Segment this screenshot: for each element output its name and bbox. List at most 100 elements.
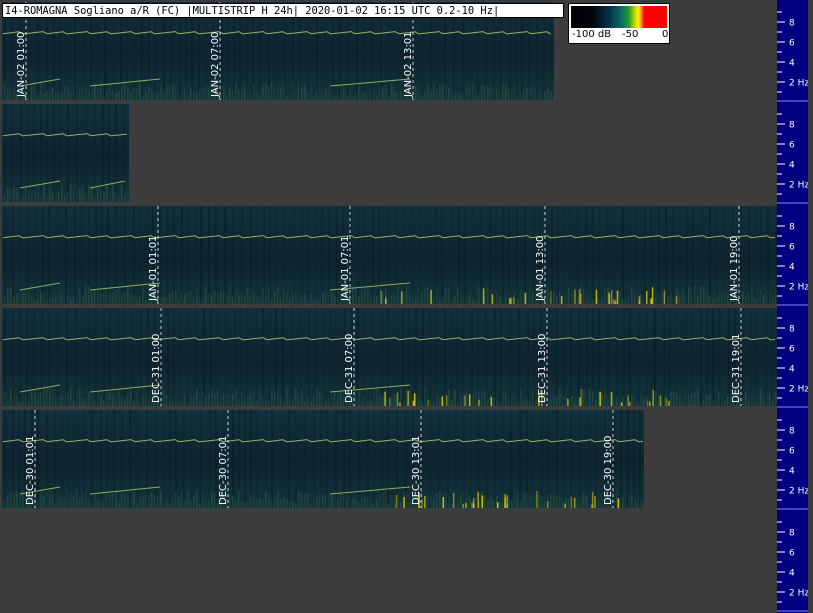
noise-column: [406, 286, 408, 304]
axis-freq-label: 8: [789, 325, 795, 335]
noise-column: [421, 292, 423, 304]
noise-column: [103, 400, 105, 406]
hot-burst: [580, 389, 583, 406]
noise-column: [481, 392, 483, 406]
noise-column: [334, 490, 336, 508]
noise-column: [79, 287, 81, 304]
texture-column: [74, 206, 76, 304]
noise-column: [196, 490, 198, 508]
noise-column: [592, 299, 594, 304]
noise-column: [49, 92, 51, 100]
texture-column: [262, 308, 264, 406]
time-label: JAN-01 07:01: [340, 236, 351, 302]
time-label: DEC-30 01:01: [25, 436, 36, 505]
colorbar-gradient: [571, 6, 667, 28]
noise-column: [10, 84, 12, 100]
noise-column: [178, 497, 180, 508]
hot-burst: [574, 289, 576, 304]
hot-burst: [497, 502, 499, 508]
noise-column: [118, 388, 120, 406]
noise-column: [331, 292, 333, 304]
noise-column: [10, 187, 12, 202]
noise-column: [130, 91, 132, 100]
noise-column: [373, 90, 375, 100]
noise-column: [19, 493, 21, 508]
noise-column: [625, 299, 627, 304]
hot-burst: [506, 504, 508, 508]
noise-column: [703, 286, 705, 304]
noise-column: [619, 497, 621, 508]
noise-column: [394, 293, 396, 304]
noise-column: [499, 500, 501, 508]
noise-column: [514, 490, 516, 508]
hot-burst: [477, 491, 479, 508]
texture-column: [123, 308, 125, 406]
texture-column: [358, 410, 360, 508]
noise-column: [145, 91, 147, 100]
noise-column: [466, 85, 468, 100]
noise-column: [502, 391, 504, 406]
noise-column: [544, 91, 546, 100]
noise-column: [475, 92, 477, 100]
noise-column: [673, 391, 675, 406]
texture-column: [669, 308, 671, 406]
noise-column: [484, 390, 486, 406]
hot-burst: [412, 400, 415, 406]
noise-column: [259, 497, 261, 508]
noise-column: [337, 290, 339, 304]
noise-column: [85, 286, 87, 304]
time-label: DEC-31 13:00: [537, 334, 548, 403]
texture-column: [4, 410, 6, 508]
noise-column: [661, 400, 663, 406]
noise-column: [28, 94, 30, 100]
texture-column: [102, 104, 104, 202]
noise-column: [586, 390, 588, 406]
noise-column: [277, 287, 279, 304]
texture-column: [191, 410, 193, 508]
noise-column: [424, 91, 426, 100]
noise-column: [589, 388, 591, 406]
noise-column: [325, 87, 327, 100]
noise-column: [643, 502, 645, 508]
noise-column: [280, 498, 282, 508]
noise-column: [649, 298, 651, 304]
noise-column: [142, 286, 144, 304]
noise-column: [226, 92, 228, 100]
noise-column: [382, 291, 384, 304]
noise-column: [430, 90, 432, 100]
noise-column: [136, 391, 138, 406]
noise-column: [343, 494, 345, 508]
noise-column: [247, 394, 249, 406]
noise-column: [88, 89, 90, 100]
texture-column: [232, 410, 234, 508]
noise-column: [661, 288, 663, 304]
noise-column: [121, 185, 123, 202]
time-label: JAN-01 13:00: [535, 236, 546, 302]
noise-column: [322, 394, 324, 406]
noise-column: [499, 89, 501, 100]
noise-column: [289, 94, 291, 100]
noise-column: [352, 95, 354, 100]
noise-column: [370, 91, 372, 100]
noise-column: [667, 399, 669, 406]
noise-column: [400, 90, 402, 100]
noise-column: [715, 297, 717, 304]
noise-column: [451, 400, 453, 406]
noise-column: [100, 395, 102, 406]
noise-column: [34, 189, 36, 202]
noise-column: [199, 503, 201, 508]
noise-column: [295, 503, 297, 508]
texture-column: [88, 308, 90, 406]
texture-column: [280, 410, 282, 508]
noise-column: [106, 393, 108, 406]
texture-column: [570, 308, 572, 406]
axis-freq-label: 4: [789, 263, 795, 273]
noise-column: [316, 388, 318, 406]
noise-column: [556, 396, 558, 406]
noise-column: [346, 95, 348, 100]
time-label: DEC-31 07:00: [344, 334, 355, 403]
texture-column: [658, 206, 660, 304]
noise-column: [430, 399, 432, 406]
time-label: DEC-31 01:00: [151, 334, 162, 403]
noise-column: [109, 190, 111, 202]
